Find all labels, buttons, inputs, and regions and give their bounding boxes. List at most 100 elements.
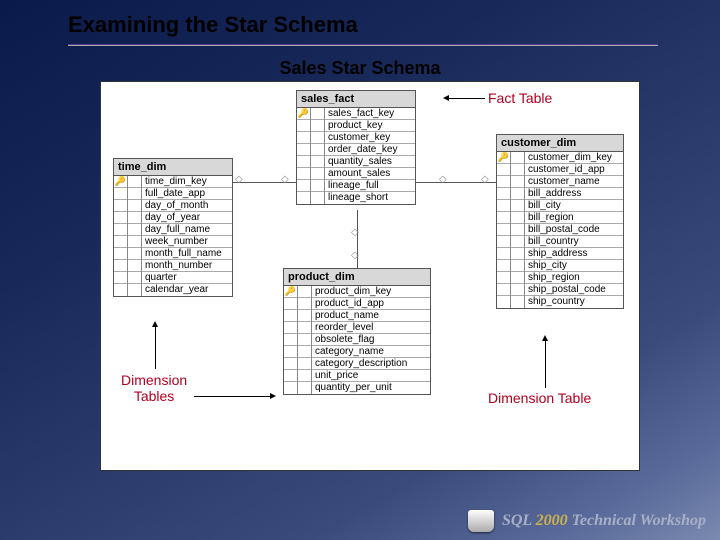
field-box-icon [311, 156, 325, 168]
field-row: bill_region [497, 212, 623, 224]
field-name: order_date_key [325, 144, 401, 156]
field-box-icon [128, 188, 142, 200]
field-row: quantity_per_unit [284, 382, 430, 394]
field-name: month_full_name [142, 248, 225, 260]
key-icon [497, 284, 511, 296]
field-name: customer_id_app [525, 164, 608, 176]
crowfoot-icon: ◇ [281, 174, 289, 185]
field-name: unit_price [312, 370, 361, 382]
key-icon [297, 156, 311, 168]
key-icon [284, 310, 298, 322]
field-box-icon [128, 260, 142, 272]
entity-body-time-dim: 🔑time_dim_keyfull_date_appday_of_monthda… [113, 176, 233, 297]
field-row: calendar_year [114, 284, 232, 296]
field-name: product_id_app [312, 298, 387, 310]
field-row: ship_address [497, 248, 623, 260]
key-icon [114, 260, 128, 272]
key-icon [497, 224, 511, 236]
arrow-head-fact-table [443, 95, 449, 101]
key-icon [497, 176, 511, 188]
field-name: product_dim_key [312, 286, 394, 298]
field-row: day_of_month [114, 200, 232, 212]
entity-body-sales-fact: 🔑sales_fact_keyproduct_keycustomer_keyor… [296, 108, 416, 205]
field-box-icon [511, 284, 525, 296]
field-name: ship_country [525, 296, 588, 308]
entity-product-dim: product_dim 🔑product_dim_keyproduct_id_a… [283, 268, 431, 395]
field-name: quantity_per_unit [312, 382, 395, 394]
field-box-icon [298, 322, 312, 334]
field-name: quantity_sales [325, 156, 395, 168]
footer-brand: SQL 2000 Technical Workshop [502, 512, 706, 530]
field-box-icon [511, 260, 525, 272]
field-box-icon [128, 200, 142, 212]
key-icon: 🔑 [297, 108, 311, 120]
field-box-icon [511, 188, 525, 200]
field-box-icon [298, 286, 312, 298]
arrow-dim-up [155, 325, 156, 369]
key-icon [114, 224, 128, 236]
field-name: bill_country [525, 236, 582, 248]
field-name: calendar_year [142, 284, 211, 296]
field-row: product_key [297, 120, 415, 132]
key-icon [114, 188, 128, 200]
field-box-icon [128, 236, 142, 248]
field-box-icon [298, 382, 312, 394]
field-box-icon [128, 248, 142, 260]
field-row: product_id_app [284, 298, 430, 310]
field-box-icon [511, 176, 525, 188]
key-icon [297, 144, 311, 156]
key-icon [114, 248, 128, 260]
field-name: day_full_name [142, 224, 213, 236]
key-icon [284, 322, 298, 334]
field-box-icon [128, 176, 142, 188]
field-name: ship_city [525, 260, 570, 272]
slide: Examining the Star Schema Sales Star Sch… [0, 0, 720, 540]
field-name: ship_region [525, 272, 583, 284]
field-box-icon [511, 212, 525, 224]
field-row: customer_id_app [497, 164, 623, 176]
field-box-icon [511, 296, 525, 308]
field-name: week_number [142, 236, 211, 248]
field-name: month_number [142, 260, 215, 272]
field-row: bill_city [497, 200, 623, 212]
field-box-icon [511, 236, 525, 248]
field-name: quarter [142, 272, 180, 284]
field-row: unit_price [284, 370, 430, 382]
field-name: amount_sales [325, 168, 393, 180]
field-name: obsolete_flag [312, 334, 378, 346]
field-box-icon [511, 164, 525, 176]
key-icon [497, 260, 511, 272]
key-icon [114, 284, 128, 296]
field-row: bill_address [497, 188, 623, 200]
label-dimension-table: Dimension Table [488, 390, 591, 406]
field-box-icon [511, 248, 525, 260]
field-row: category_description [284, 358, 430, 370]
key-icon [284, 334, 298, 346]
field-row: product_name [284, 310, 430, 322]
field-box-icon [128, 284, 142, 296]
key-icon [297, 192, 311, 204]
field-row: customer_name [497, 176, 623, 188]
entity-body-customer-dim: 🔑customer_dim_keycustomer_id_appcustomer… [496, 152, 624, 309]
key-icon [497, 272, 511, 284]
field-row: amount_sales [297, 168, 415, 180]
field-box-icon [311, 108, 325, 120]
field-row: quarter [114, 272, 232, 284]
field-box-icon [311, 168, 325, 180]
slide-subtitle: Sales Star Schema [0, 58, 720, 79]
field-name: customer_key [325, 132, 393, 144]
label-dimension-tables: Dimension Tables [121, 372, 187, 404]
field-box-icon [298, 358, 312, 370]
field-box-icon [311, 120, 325, 132]
field-name: full_date_app [142, 188, 208, 200]
key-icon [297, 180, 311, 192]
field-name: bill_city [525, 200, 564, 212]
field-name: bill_postal_code [525, 224, 603, 236]
field-box-icon [311, 132, 325, 144]
field-row: 🔑customer_dim_key [497, 152, 623, 164]
footer-seg-num: 2000 [536, 512, 568, 529]
key-icon [284, 382, 298, 394]
field-name: category_description [312, 358, 410, 370]
field-name: product_key [325, 120, 385, 132]
field-row: lineage_short [297, 192, 415, 204]
